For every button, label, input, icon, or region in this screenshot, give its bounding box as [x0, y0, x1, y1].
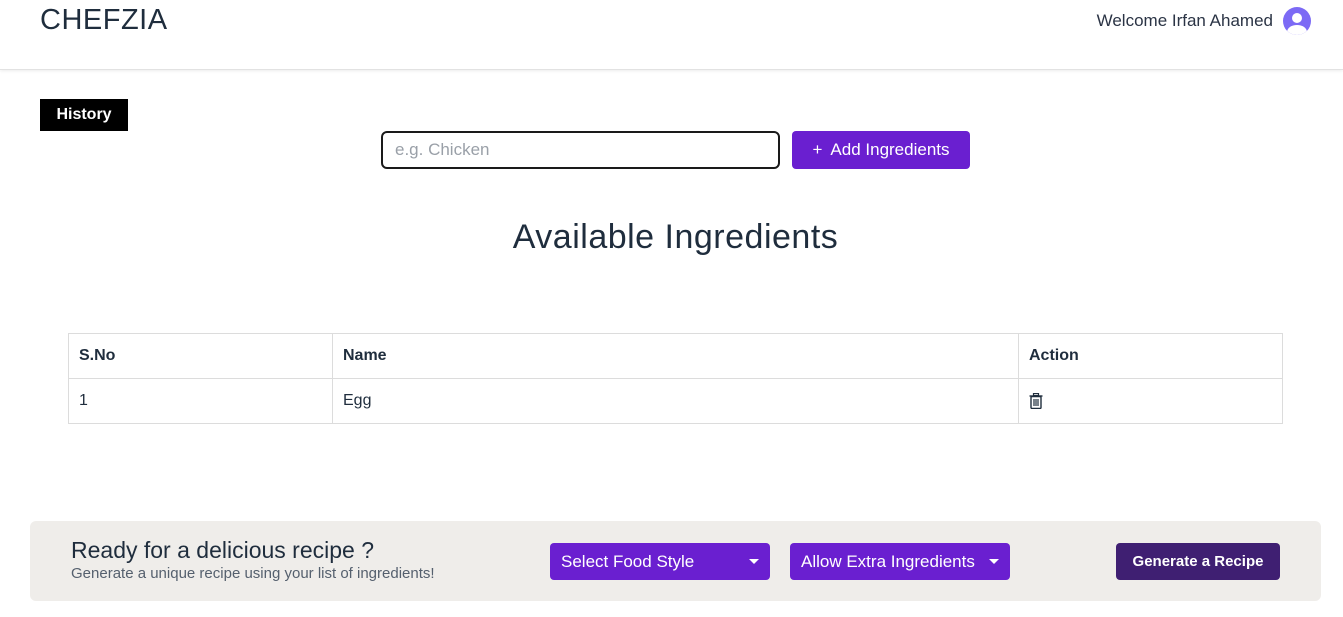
- cell-action: [1018, 378, 1283, 424]
- generate-recipe-button[interactable]: Generate a Recipe: [1116, 543, 1280, 580]
- cell-name: Egg: [332, 378, 1019, 424]
- footer-title: Ready for a delicious recipe ?: [71, 537, 374, 563]
- history-button[interactable]: History: [40, 99, 128, 131]
- welcome-text: Welcome Irfan Ahamed: [1096, 11, 1273, 30]
- column-header-action: Action: [1018, 333, 1283, 379]
- extra-ingredients-label: Allow Extra Ingredients: [801, 551, 975, 571]
- trash-icon[interactable]: [1029, 392, 1043, 409]
- top-header: CHEFZIA Welcome Irfan Ahamed: [0, 0, 1343, 70]
- caret-down-icon: [989, 559, 999, 564]
- ingredients-table: S.No Name Action 1 Egg: [68, 333, 1283, 424]
- footer-subtitle: Generate a unique recipe using your list…: [71, 565, 435, 582]
- food-style-dropdown[interactable]: Select Food Style: [550, 543, 770, 580]
- add-ingredients-button[interactable]: + Add Ingredients: [792, 131, 970, 169]
- user-avatar-icon[interactable]: [1283, 7, 1311, 35]
- food-style-label: Select Food Style: [561, 551, 695, 571]
- plus-icon: +: [812, 140, 823, 159]
- table-header-row: S.No Name Action: [68, 333, 1283, 379]
- page-title: Available Ingredients: [512, 218, 839, 256]
- brand-logo[interactable]: CHEFZIA: [40, 4, 168, 37]
- caret-down-icon: [749, 559, 759, 564]
- add-ingredients-label: Add Ingredients: [830, 140, 950, 159]
- table-row: 1 Egg: [68, 378, 1283, 424]
- extra-ingredients-dropdown[interactable]: Allow Extra Ingredients: [790, 543, 1010, 580]
- column-header-sno: S.No: [68, 333, 333, 379]
- column-header-name: Name: [332, 333, 1019, 379]
- cell-sno: 1: [68, 378, 333, 424]
- ingredient-input[interactable]: [381, 131, 780, 169]
- recipe-footer-bar: Ready for a delicious recipe ? Generate …: [30, 521, 1321, 601]
